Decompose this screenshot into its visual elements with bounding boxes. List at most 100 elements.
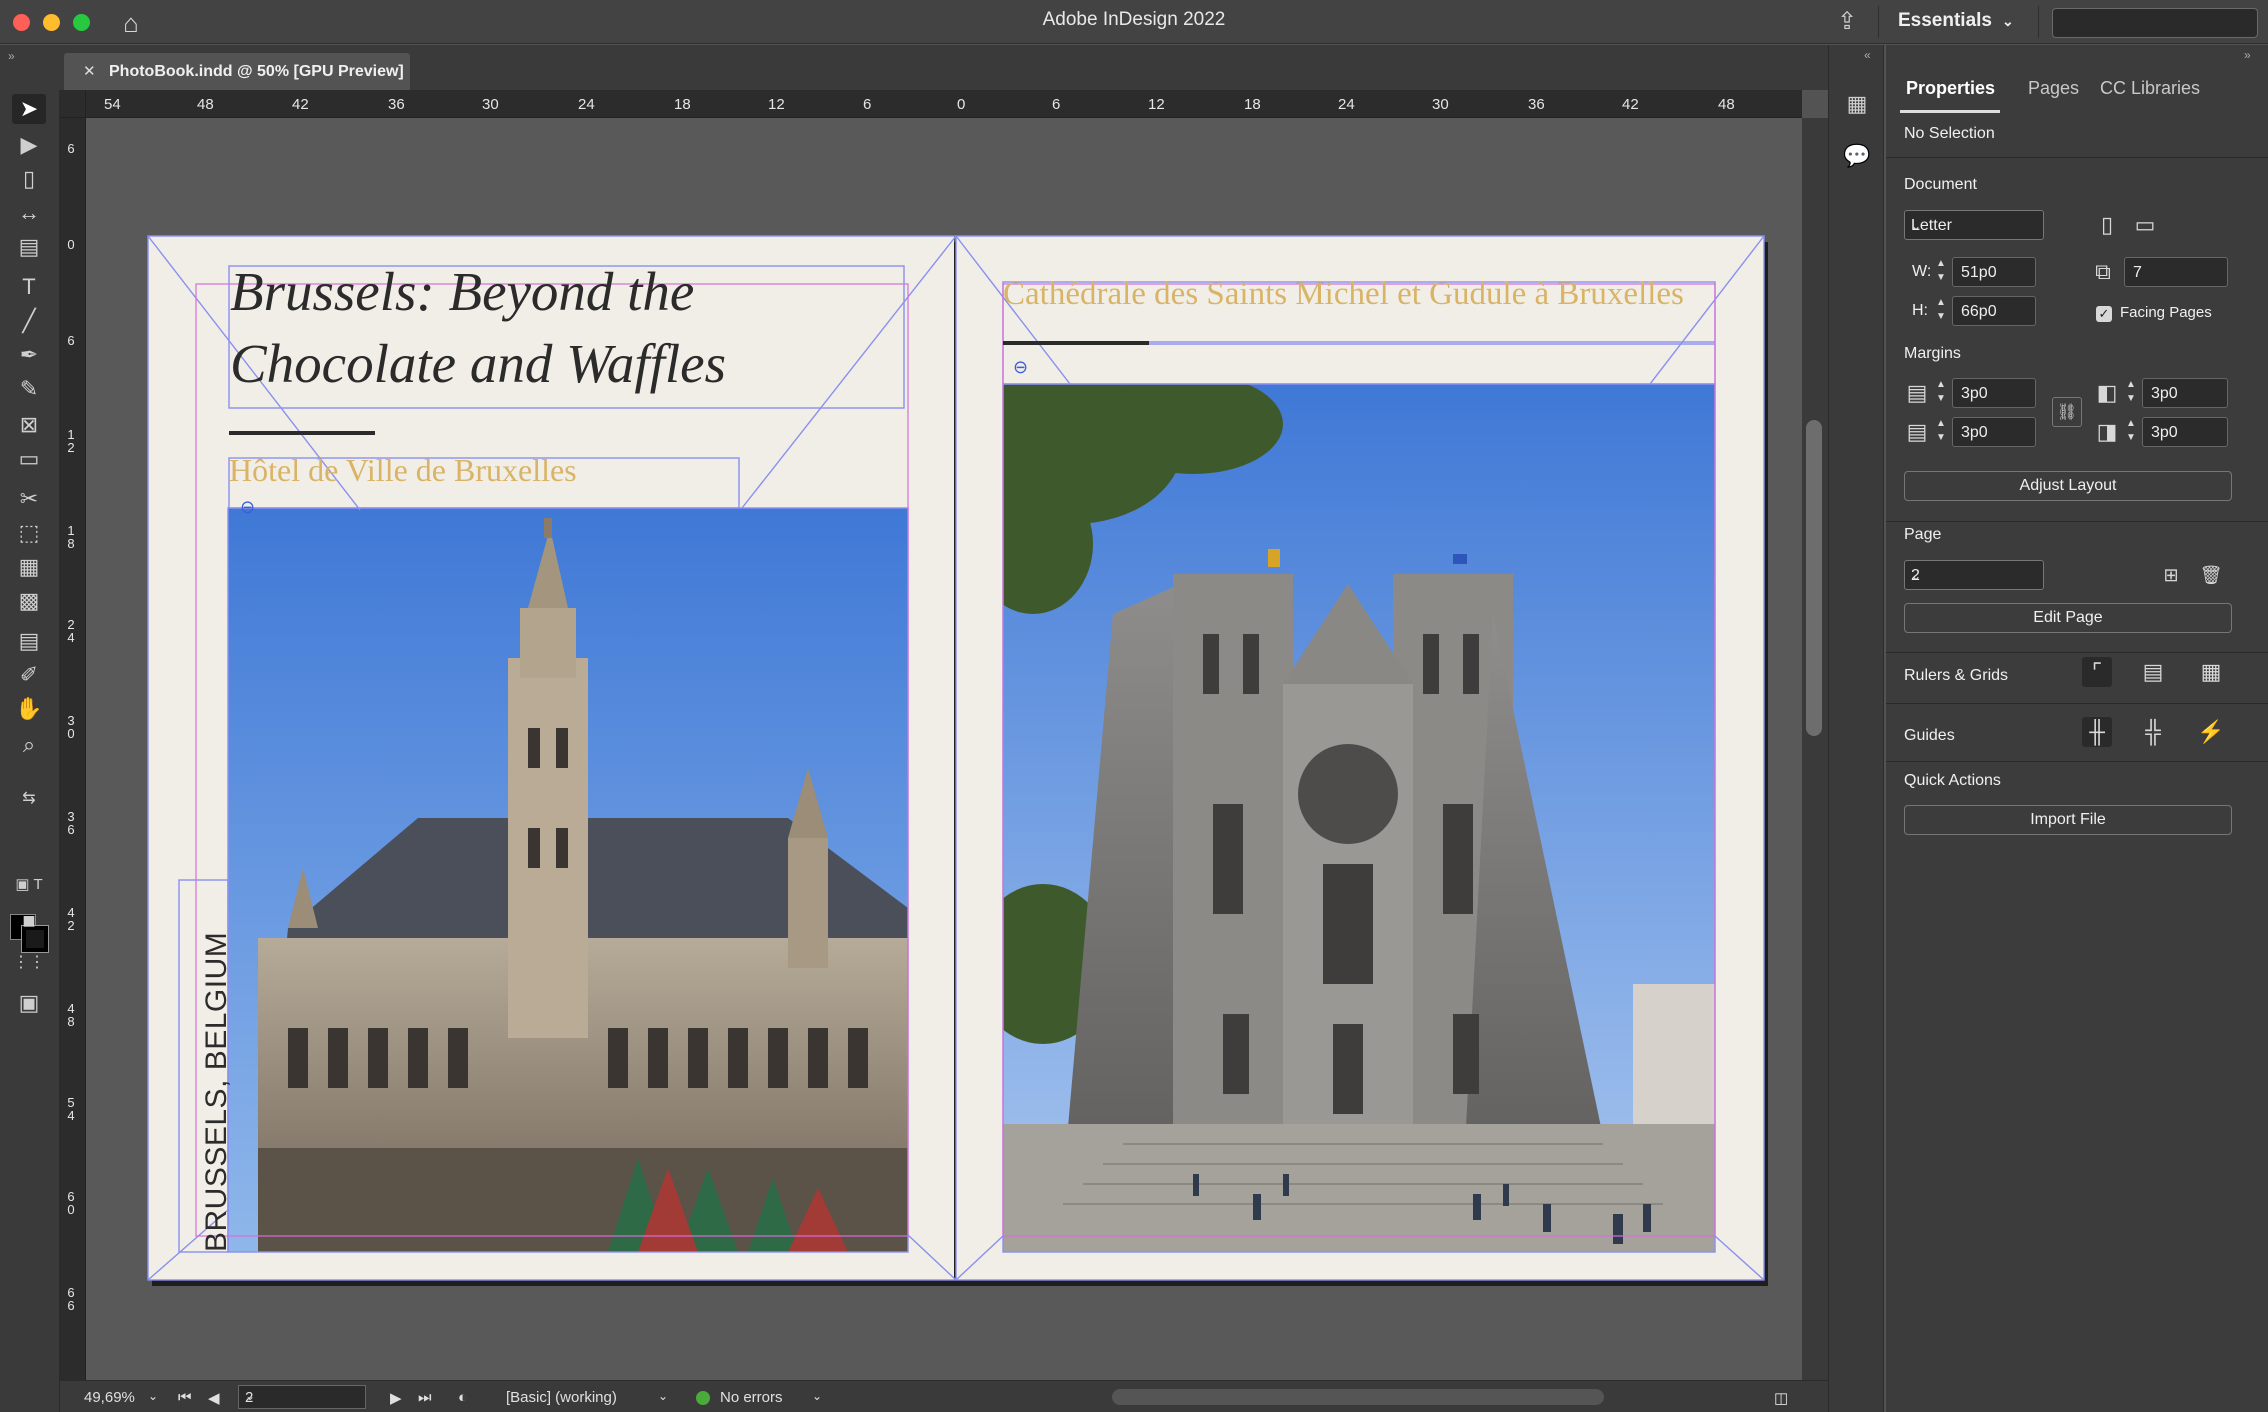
workspace-switcher[interactable]: Essentials ⌄ bbox=[1898, 10, 2014, 32]
search-input[interactable] bbox=[2052, 8, 2258, 38]
margin-outside-field[interactable]: 3p0 bbox=[2142, 417, 2228, 447]
lock-guides-icon[interactable]: ╬ bbox=[2138, 717, 2168, 747]
collapse-panel-icon[interactable]: « bbox=[1864, 48, 1871, 62]
margin-inside-stepper[interactable]: ▲ ▼ bbox=[2122, 378, 2140, 408]
pencil-tool-icon[interactable]: ✎ bbox=[12, 374, 46, 404]
preflight-icon[interactable]: ◐ bbox=[458, 1389, 467, 1406]
town-hall-photo bbox=[228, 508, 908, 1252]
photo-hotel-de-ville[interactable] bbox=[228, 508, 908, 1252]
hand-tool-icon[interactable]: ✋ bbox=[12, 694, 46, 724]
photo-cathedral[interactable] bbox=[1003, 384, 1715, 1252]
vertical-scrollbar[interactable] bbox=[1802, 118, 1828, 1380]
add-page-icon[interactable]: ⊞ bbox=[2156, 560, 2186, 590]
formatting-affects-container-icon[interactable]: ▣ T bbox=[12, 870, 46, 900]
view-mode-icon[interactable]: ⋮⋮ bbox=[12, 948, 46, 978]
baseline-grid-icon[interactable]: ▤ bbox=[2138, 657, 2168, 687]
document-grid-icon[interactable]: ▦ bbox=[2196, 657, 2226, 687]
margin-top-stepper[interactable]: ▲ ▼ bbox=[1932, 378, 1950, 408]
zoom-level[interactable]: 49,69% bbox=[84, 1389, 135, 1406]
page-count-field[interactable]: 7 bbox=[2124, 257, 2228, 287]
screen-mode-icon[interactable]: ▣ bbox=[12, 988, 46, 1018]
tab-cc-libraries[interactable]: CC Libraries bbox=[2100, 78, 2200, 99]
tab-pages[interactable]: Pages bbox=[2028, 78, 2079, 99]
last-page-icon[interactable]: ⏭ bbox=[418, 1389, 432, 1406]
adjust-layout-button[interactable]: Adjust Layout bbox=[1904, 471, 2232, 501]
width-field[interactable]: 51p0 bbox=[1952, 257, 2036, 287]
comments-icon[interactable]: 💬 bbox=[1843, 143, 1871, 171]
margin-outside-stepper[interactable]: ▲ ▼ bbox=[2122, 417, 2140, 447]
share-icon[interactable]: ⇪ bbox=[1832, 7, 1862, 37]
gradient-feather-tool-icon[interactable]: ▩ bbox=[12, 586, 46, 616]
horizontal-scroll-thumb[interactable] bbox=[1112, 1389, 1604, 1405]
page-tool-icon[interactable]: ▯ bbox=[12, 164, 46, 194]
vertical-scroll-thumb[interactable] bbox=[1806, 420, 1822, 736]
ruler-origin[interactable] bbox=[60, 90, 86, 118]
tab-properties[interactable]: Properties bbox=[1906, 78, 1995, 99]
content-collector-icon[interactable]: ▤ bbox=[12, 232, 46, 262]
pen-tool-icon[interactable]: ✒ bbox=[12, 340, 46, 370]
delete-page-icon[interactable]: 🗑 bbox=[2196, 560, 2226, 590]
eyedropper-tool-icon[interactable]: ✐ bbox=[12, 660, 46, 690]
ruler-label: 3 0 bbox=[67, 713, 75, 741]
link-margins-icon[interactable]: ⛓ bbox=[2052, 397, 2082, 427]
height-stepper[interactable]: ▲ ▼ bbox=[1932, 296, 1950, 326]
chevron-down-icon[interactable]: ⌄ bbox=[658, 1389, 668, 1403]
rectangle-frame-tool-icon[interactable]: ⊠ bbox=[12, 410, 46, 440]
smart-guides-icon[interactable]: ⚡ bbox=[2196, 717, 2226, 747]
status-ok-icon bbox=[696, 1391, 710, 1405]
expand-panel-icon[interactable]: » bbox=[2244, 48, 2251, 62]
left-subheading[interactable]: Hôtel de Ville de Bruxelles bbox=[229, 452, 577, 489]
gradient-swatch-tool-icon[interactable]: ▦ bbox=[12, 552, 46, 582]
ruler-label: 0 bbox=[957, 96, 966, 113]
headline-text-frame[interactable]: Brussels: Beyond the Chocolate and Waffl… bbox=[230, 256, 910, 400]
close-tab-icon[interactable]: ✕ bbox=[83, 62, 96, 80]
previous-page-icon[interactable]: ◀ bbox=[208, 1389, 220, 1407]
width-stepper[interactable]: ▲ ▼ bbox=[1932, 257, 1950, 287]
facing-pages-checkbox[interactable]: ✓ bbox=[2096, 306, 2112, 322]
divider bbox=[1878, 6, 1879, 38]
document-tab[interactable]: ✕ PhotoBook.indd @ 50% [GPU Preview] bbox=[64, 53, 410, 90]
gap-tool-icon[interactable]: ↔ bbox=[12, 198, 46, 228]
next-page-icon[interactable]: ▶ bbox=[390, 1389, 402, 1407]
direct-selection-tool-icon[interactable]: ▶ bbox=[12, 130, 46, 160]
height-field[interactable]: 66p0 bbox=[1952, 296, 2036, 326]
panel-toggle-icon[interactable]: ◫ bbox=[1774, 1389, 1788, 1407]
page-size-select[interactable]: Letter ⌄ bbox=[1904, 210, 2044, 240]
link-icon[interactable]: ⊖ bbox=[1013, 357, 1028, 378]
import-file-button[interactable]: Import File bbox=[1904, 805, 2232, 835]
margin-bottom-stepper[interactable]: ▲ ▼ bbox=[1932, 417, 1950, 447]
landscape-orientation-icon[interactable]: ▭ bbox=[2130, 210, 2160, 240]
right-subheading[interactable]: Cathédrale des Saints Michel et Gudule à… bbox=[1003, 276, 1684, 313]
divider bbox=[1886, 652, 2268, 653]
rectangle-tool-icon[interactable]: ▭ bbox=[12, 444, 46, 474]
selection-tool-icon[interactable]: ➤ bbox=[12, 94, 46, 124]
show-guides-icon[interactable]: ╫ bbox=[2082, 717, 2112, 747]
vertical-caption[interactable]: BRUSSELS, BELGIUM bbox=[200, 932, 234, 1252]
chevron-down-icon[interactable]: ⌄ bbox=[812, 1389, 822, 1403]
margin-outside-value: 3p0 bbox=[2151, 424, 2178, 441]
collapse-toolbar-icon[interactable]: » bbox=[8, 49, 15, 63]
free-transform-tool-icon[interactable]: ⬚ bbox=[12, 518, 46, 548]
chevron-down-icon[interactable]: ⌄ bbox=[148, 1389, 158, 1403]
note-tool-icon[interactable]: ▤ bbox=[12, 626, 46, 656]
type-tool-icon[interactable]: T bbox=[12, 272, 46, 302]
portrait-orientation-icon[interactable]: ▯ bbox=[2092, 210, 2122, 240]
preflight-profile[interactable]: [Basic] (working) bbox=[506, 1389, 617, 1406]
preflight-status: No errors bbox=[720, 1389, 783, 1406]
margin-bottom-field[interactable]: 3p0 bbox=[1952, 417, 2036, 447]
panel-layout-icon[interactable]: ▦ bbox=[1843, 91, 1871, 119]
scissors-tool-icon[interactable]: ✂ bbox=[12, 484, 46, 514]
zoom-tool-icon[interactable]: ⌕ bbox=[12, 730, 46, 760]
horizontal-ruler[interactable]: 54 48 42 36 30 24 18 12 6 0 6 12 18 24 3… bbox=[60, 90, 1802, 118]
swap-fill-stroke-icon[interactable]: ⇆ bbox=[12, 784, 46, 814]
page-selector[interactable]: 2 ⌄ bbox=[238, 1385, 366, 1409]
page-select[interactable]: 2 ⌄ bbox=[1904, 560, 2044, 590]
apply-color-icon[interactable]: ■ bbox=[12, 906, 46, 936]
line-tool-icon[interactable]: ╱ bbox=[12, 306, 46, 336]
first-page-icon[interactable]: ⏮ bbox=[178, 1389, 192, 1406]
margin-top-field[interactable]: 3p0 bbox=[1952, 378, 2036, 408]
margin-inside-field[interactable]: 3p0 bbox=[2142, 378, 2228, 408]
edit-page-button[interactable]: Edit Page bbox=[1904, 603, 2232, 633]
link-icon[interactable]: ⊖ bbox=[240, 497, 255, 518]
ruler-icon[interactable]: ⌜ bbox=[2082, 657, 2112, 687]
